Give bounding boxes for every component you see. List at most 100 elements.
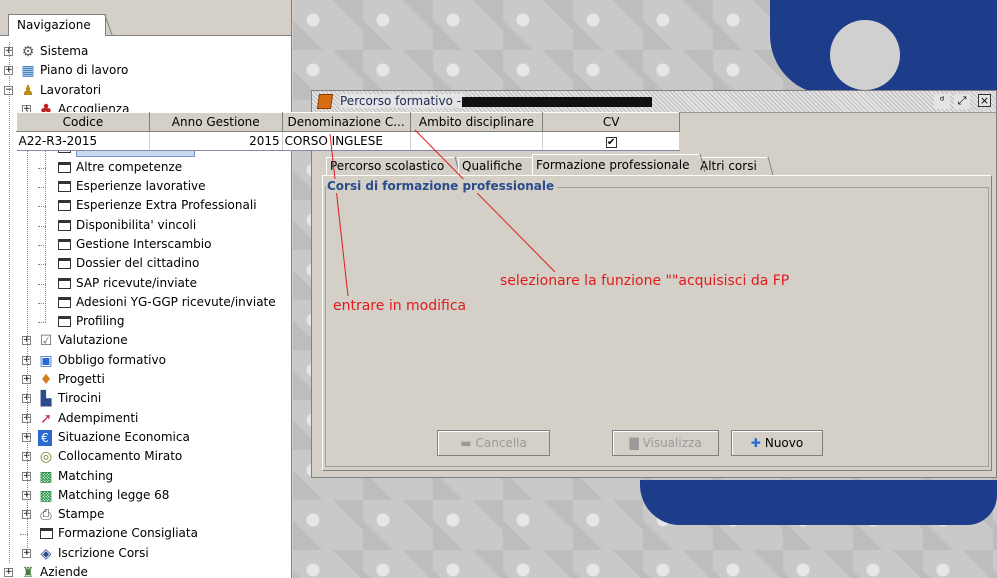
cancella-button[interactable]: ▬ Cancella xyxy=(437,430,550,456)
tree-item-esperienze-lavorative[interactable]: Esperienze lavorative xyxy=(0,177,290,196)
tree-item-tirocini[interactable]: + ▙ Tirocini xyxy=(0,389,290,408)
table-cell: 2015 xyxy=(149,131,283,151)
puzzle-decoration-top xyxy=(770,0,997,95)
tab-qualifiche[interactable]: Qualifiche xyxy=(458,157,533,175)
companies-icon: ♜ xyxy=(21,565,35,578)
tree-item-profiling[interactable]: Profiling xyxy=(0,312,290,331)
tree-item-label: Profiling xyxy=(76,314,125,329)
tree-item-progetti[interactable]: + ♦ Progetti xyxy=(0,370,290,389)
table-cell: CORSO INGLESE xyxy=(282,131,411,151)
window-icon xyxy=(58,277,71,289)
window-icon xyxy=(58,316,71,328)
visualizza-button[interactable]: ▇ Visualizza xyxy=(612,430,719,456)
table-cell: A22-R3-2015 xyxy=(16,131,150,151)
tree-item-lavoratori[interactable]: − ♟ Lavoratori xyxy=(0,81,290,100)
column-header[interactable]: Ambito disciplinare xyxy=(409,112,544,132)
calendar-icon: ▦ xyxy=(21,63,35,80)
courses-table: Codice Anno Gestione Denominazione C... Amb… xyxy=(16,112,680,151)
tree-item-aziende[interactable]: + ♜ Aziende xyxy=(0,563,290,578)
window-icon xyxy=(58,181,71,193)
minus-icon: ▬ xyxy=(460,436,472,450)
tree-item-label: Dossier del cittadino xyxy=(76,256,200,271)
expand-icon[interactable]: + xyxy=(4,568,13,578)
tree-item-piano-di-lavoro[interactable]: + ▦ Piano di lavoro xyxy=(0,61,290,80)
document-icon: ▇ xyxy=(629,436,639,450)
maximize-icon[interactable]: ⤢ xyxy=(954,94,970,109)
window-icon xyxy=(58,238,71,250)
tree-item-label: Aziende xyxy=(40,565,88,578)
navigation-tabbar: Navigazione xyxy=(0,0,291,36)
tree-item-label: Gestione Interscambio xyxy=(76,236,212,251)
tree-item-adesioni-yg-ggp-ricevute-inviate[interactable]: Adesioni YG-GGP ricevute/inviate xyxy=(0,293,290,312)
tree-item-disponibilita-vincoli[interactable]: Disponibilita' vincoli xyxy=(0,216,290,235)
close-icon[interactable]: × xyxy=(978,94,991,107)
tree-item-dossier-del-cittadino[interactable]: Dossier del cittadino xyxy=(0,254,290,273)
tree-item-label: Formazione Consigliata xyxy=(58,526,198,541)
tree-item-sap-ricevute-inviate[interactable]: SAP ricevute/inviate xyxy=(0,274,290,293)
tab-panel: Corsi di formazione professionale xyxy=(322,175,992,471)
tree-item-valutazione[interactable]: + ☑ Valutazione xyxy=(0,331,290,350)
tree-item-label: Situazione Economica xyxy=(58,429,190,444)
puzzle-decoration-bottom xyxy=(640,480,997,525)
tree-item-label: Stampe xyxy=(58,507,105,522)
window-icon xyxy=(58,258,71,270)
folder-orange-icon xyxy=(316,94,334,109)
tree-item-label: Adempimenti xyxy=(58,410,139,425)
minimize-icon[interactable]: ᵈ xyxy=(934,94,950,109)
tree-item-esperienze-extra-professionali[interactable]: Esperienze Extra Professionali xyxy=(0,196,290,215)
tree-item-matching[interactable]: + ▩ Matching xyxy=(0,467,290,486)
tree-item-label: Sistema xyxy=(40,44,89,58)
tree-item-label: Tirocini xyxy=(58,391,102,406)
table-header-row: Codice Anno Gestione Denominazione C... Amb… xyxy=(16,112,680,132)
tree-item-altre-competenze[interactable]: Altre competenze xyxy=(0,158,290,177)
cv-checkbox[interactable]: ✔ xyxy=(605,137,617,148)
tree-item-iscrizione-corsi[interactable]: + ◈ Iscrizione Corsi xyxy=(0,544,290,563)
window-titlebar[interactable]: Percorso formativo - ᵈ ⤢ × xyxy=(312,91,996,113)
tree-line xyxy=(9,42,10,564)
arrows-icon: ➚ xyxy=(40,410,52,427)
tree-item-label: Esperienze Extra Professionali xyxy=(76,198,257,213)
tab-navigazione[interactable]: Navigazione xyxy=(8,14,106,36)
tree-item-matching-legge-68[interactable]: + ▩ Matching legge 68 xyxy=(0,486,290,505)
tree-line xyxy=(45,138,46,322)
tree-item-stampe[interactable]: + ⎙ Stampe xyxy=(0,505,290,524)
tab-percorso-scolastico[interactable]: Percorso scolastico xyxy=(326,157,455,175)
workers-icon: ♟ xyxy=(21,82,35,99)
tab-altri-corsi[interactable]: Altri corsi xyxy=(696,157,767,175)
nuovo-button[interactable]: ✚ Nuovo xyxy=(731,430,823,456)
tree-item-adempimenti[interactable]: + ➚ Adempimenti xyxy=(0,409,290,428)
column-header[interactable]: Anno Gestione xyxy=(148,112,283,132)
column-header[interactable]: Denominazione C... xyxy=(281,112,411,132)
plus-icon: ✚ xyxy=(750,436,761,450)
tree-item-label: Lavoratori xyxy=(40,82,102,97)
tree-item-sistema[interactable]: + ⚙ Sistema xyxy=(0,42,290,61)
tree-item-collocamento-mirato[interactable]: + ◎ Collocamento Mirato xyxy=(0,447,290,466)
annotation-edit: entrare in modifica xyxy=(333,298,467,314)
redacted-name xyxy=(462,97,652,107)
tree-item-label: Progetti xyxy=(58,372,105,387)
annotation-acquire: selezionare la funzione ""acquisisci da … xyxy=(500,273,790,289)
projects-icon: ♦ xyxy=(39,372,53,389)
tree-item-label: SAP ricevute/inviate xyxy=(76,275,198,290)
tree-item-obbligo-formativo[interactable]: + ▣ Obbligo formativo xyxy=(0,351,290,370)
tree-item-label: Collocamento Mirato xyxy=(58,449,183,464)
tree-item-label: Matching legge 68 xyxy=(58,487,170,502)
column-header[interactable]: CV xyxy=(542,112,680,132)
navigation-panel: Navigazione + ⚙ Sistema + ▦ Piano di lavoro − ♟… xyxy=(0,0,292,578)
tree-item-gestione-interscambio[interactable]: Gestione Interscambio xyxy=(0,235,290,254)
tree-item-label: Matching xyxy=(58,468,114,483)
column-header[interactable]: Codice xyxy=(16,112,150,132)
tree-line xyxy=(27,109,28,554)
tab-formazione-professionale[interactable]: Formazione professionale xyxy=(532,154,700,175)
window-icon xyxy=(58,296,71,308)
window-icon xyxy=(58,200,71,212)
tree-item-situazione-economica[interactable]: + € Situazione Economica xyxy=(0,428,290,447)
tree-item-label: Piano di lavoro xyxy=(40,63,129,78)
tree-item-label: Altre competenze xyxy=(76,159,183,174)
internship-icon: ▙ xyxy=(40,391,52,408)
tree-item-label: Iscrizione Corsi xyxy=(58,545,149,560)
tree-item-formazione-consigliata[interactable]: Formazione Consigliata xyxy=(0,524,290,543)
printer-icon: ⎙ xyxy=(40,507,52,524)
courses-icon: ◈ xyxy=(40,545,52,562)
table-row[interactable]: A22-R3-2015 2015 CORSO INGLESE ✔ xyxy=(16,131,680,151)
